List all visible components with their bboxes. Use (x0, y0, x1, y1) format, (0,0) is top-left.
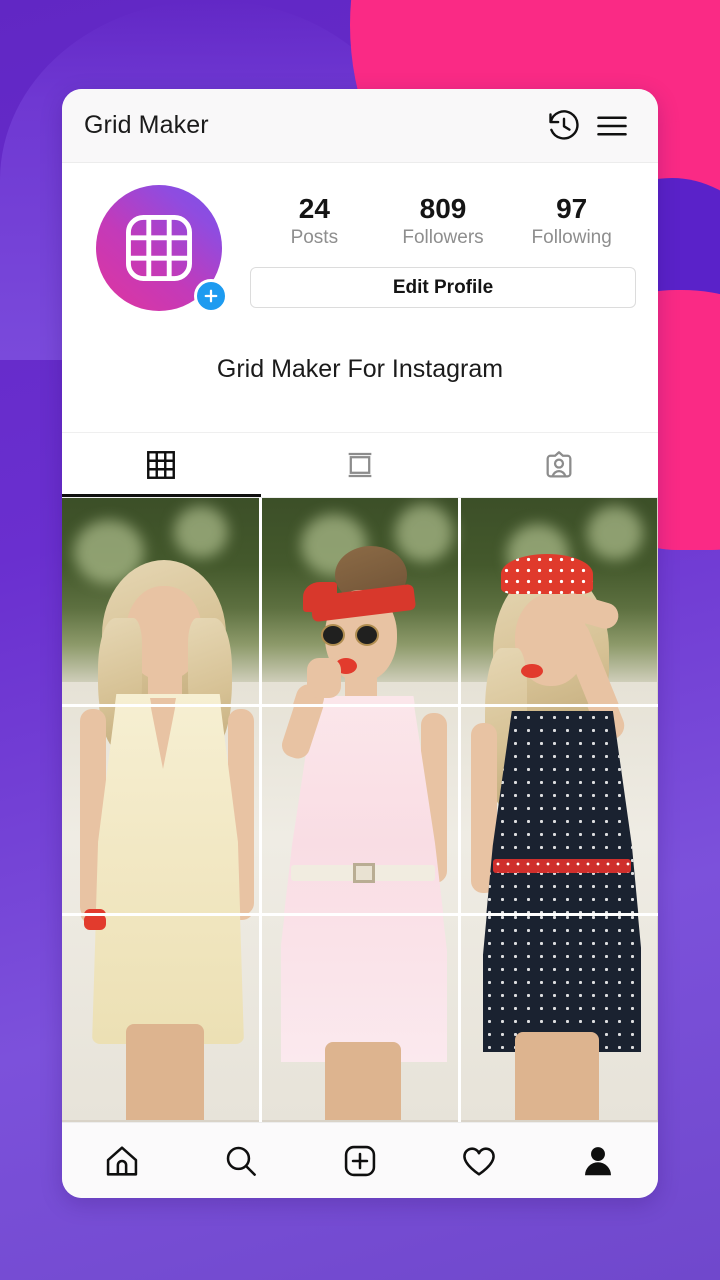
grid-cell[interactable] (261, 498, 459, 704)
tagged-tab-icon (546, 451, 572, 478)
app-bar: Grid Maker (62, 89, 658, 163)
grid-cell[interactable] (461, 707, 658, 913)
profile-section: 24 Posts 809 Followers 97 Following Edit… (62, 163, 658, 315)
grid-photo-slice (62, 707, 259, 913)
bottom-navigation (62, 1122, 658, 1198)
home-icon[interactable] (62, 1142, 181, 1180)
grid-logo-icon (126, 215, 192, 281)
person-filled-icon[interactable] (539, 1142, 658, 1180)
app-title: Grid Maker (84, 111, 209, 139)
profile-display-name: Grid Maker For Instagram (62, 315, 658, 433)
edit-profile-button[interactable]: Edit Profile (250, 267, 636, 309)
grid-cell[interactable] (62, 916, 259, 1122)
grid-photo-slice (461, 707, 658, 913)
stat-following[interactable]: 97 Following (507, 193, 636, 249)
grid-photo-slice (261, 916, 459, 1120)
carousel-tab-icon (348, 452, 372, 478)
grid-photo-slice (62, 498, 259, 704)
hamburger-menu-icon[interactable] (588, 102, 636, 150)
stat-following-value: 97 (556, 193, 588, 224)
stat-following-label: Following (531, 227, 612, 249)
tab-reels[interactable] (261, 433, 460, 497)
photo-grid (62, 497, 658, 1122)
history-clock-icon[interactable] (540, 102, 588, 150)
grid-tab-icon (147, 451, 176, 479)
profile-tabs (62, 433, 658, 497)
stat-followers-value: 809 (419, 193, 467, 224)
profile-details: 24 Posts 809 Followers 97 Following Edit… (226, 185, 636, 315)
stat-posts-label: Posts (290, 227, 339, 249)
stat-followers-label: Followers (402, 227, 484, 249)
stat-followers[interactable]: 809 Followers (379, 193, 508, 249)
grid-cell[interactable] (461, 916, 658, 1122)
avatar[interactable] (96, 185, 228, 315)
plus-icon[interactable] (194, 279, 228, 313)
grid-cell[interactable] (261, 916, 459, 1122)
stat-posts-value: 24 (298, 193, 330, 224)
tab-grid[interactable] (62, 433, 261, 497)
stat-posts[interactable]: 24 Posts (250, 193, 379, 249)
grid-photo-slice (261, 498, 459, 704)
grid-cell[interactable] (62, 498, 259, 704)
screen: Grid Maker 24 Posts 809 Followers 97 Fol… (0, 0, 720, 1280)
grid-photo-slice (62, 916, 259, 1120)
grid-photo-slice (461, 498, 658, 704)
grid-cell[interactable] (461, 498, 658, 704)
search-icon[interactable] (181, 1142, 300, 1180)
stats-row: 24 Posts 809 Followers 97 Following (250, 193, 636, 249)
grid-cell[interactable] (261, 707, 459, 913)
grid-photo-slice (261, 707, 459, 913)
phone-card: Grid Maker 24 Posts 809 Followers 97 Fol… (62, 89, 658, 1198)
grid-cell[interactable] (62, 707, 259, 913)
tab-tagged[interactable] (459, 433, 658, 497)
grid-photo-slice (461, 916, 658, 1120)
plus-square-icon[interactable] (300, 1142, 419, 1180)
heart-icon[interactable] (420, 1142, 539, 1180)
